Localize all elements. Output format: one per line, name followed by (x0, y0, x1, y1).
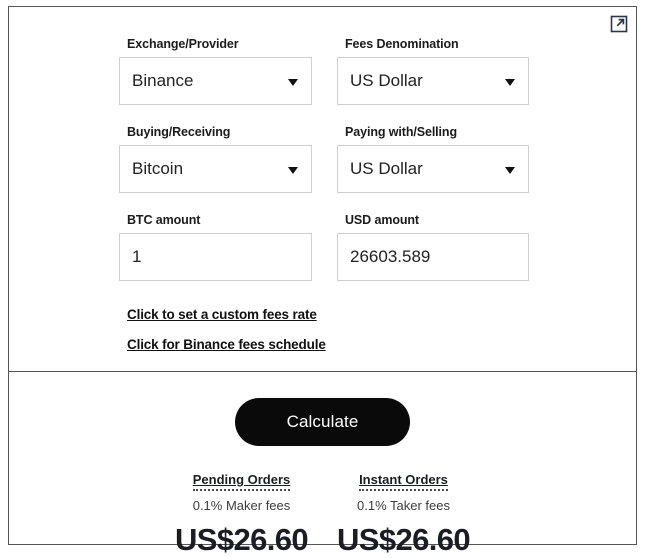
field-label: BTC amount (127, 213, 201, 227)
field-row: BTC amount 1 USD amount 26603.589 (9, 213, 636, 301)
paying-with-selling-select[interactable]: US Dollar (337, 145, 529, 193)
field-label: Paying with/Selling (345, 125, 458, 139)
instant-orders-title[interactable]: Instant Orders (359, 472, 448, 491)
calculate-button-wrap: Calculate (9, 398, 636, 446)
field-label: Exchange/Provider (127, 37, 239, 51)
buying-receiving-select[interactable]: Bitcoin (119, 145, 312, 193)
result-instant-orders: Instant Orders 0.1% Taker fees US$26.60 (323, 471, 485, 558)
chevron-down-icon (505, 167, 515, 174)
fees-denomination-select[interactable]: US Dollar (337, 57, 529, 105)
buying-receiving-value: Bitcoin (132, 159, 184, 178)
exchange-provider-select[interactable]: Binance (119, 57, 312, 105)
result-pending-orders: Pending Orders 0.1% Maker fees US$26.60 (161, 471, 323, 558)
paying-with-selling-value: US Dollar (350, 159, 423, 178)
field-row: Exchange/Provider Binance Fees Denominat… (9, 37, 636, 125)
field-label: Buying/Receiving (127, 125, 231, 139)
binance-fees-schedule-link[interactable]: Click for Binance fees schedule (127, 337, 326, 352)
usd-amount-value: 26603.589 (350, 247, 431, 266)
calculate-button[interactable]: Calculate (234, 398, 411, 446)
pending-orders-subtitle: 0.1% Maker fees (192, 498, 291, 513)
exchange-provider-value: Binance (132, 71, 194, 90)
fees-calculator-panel: Exchange/Provider Binance Fees Denominat… (8, 6, 637, 557)
usd-amount-input[interactable]: 26603.589 (337, 233, 529, 281)
field-paying-with-selling: Paying with/Selling US Dollar (337, 125, 529, 193)
fees-denomination-value: US Dollar (350, 71, 423, 90)
field-row: Buying/Receiving Bitcoin Paying with/Sel… (9, 125, 636, 213)
field-usd-amount: USD amount 26603.589 (337, 213, 529, 281)
custom-fees-rate-link[interactable]: Click to set a custom fees rate (127, 307, 326, 322)
field-fees-denomination: Fees Denomination US Dollar (337, 37, 529, 105)
chevron-down-icon (505, 79, 515, 86)
btc-amount-value: 1 (132, 247, 142, 266)
form-area: Exchange/Provider Binance Fees Denominat… (9, 7, 636, 371)
instant-orders-subtitle: 0.1% Taker fees (357, 498, 450, 513)
results-area: Calculate Pending Orders 0.1% Maker fees… (9, 372, 636, 557)
btc-amount-input[interactable]: 1 (119, 233, 312, 281)
chevron-down-icon (288, 167, 298, 174)
fee-links: Click to set a custom fees rate Click fo… (127, 307, 326, 352)
field-exchange-provider: Exchange/Provider Binance (119, 37, 312, 105)
field-btc-amount: BTC amount 1 (119, 213, 312, 281)
results-row: Pending Orders 0.1% Maker fees US$26.60 … (9, 471, 636, 558)
instant-orders-value: US$26.60 (336, 522, 471, 557)
pending-orders-value: US$26.60 (174, 522, 309, 557)
field-label: USD amount (345, 213, 420, 227)
field-buying-receiving: Buying/Receiving Bitcoin (119, 125, 312, 193)
field-label: Fees Denomination (345, 37, 459, 51)
chevron-down-icon (288, 79, 298, 86)
pending-orders-title[interactable]: Pending Orders (192, 472, 291, 491)
